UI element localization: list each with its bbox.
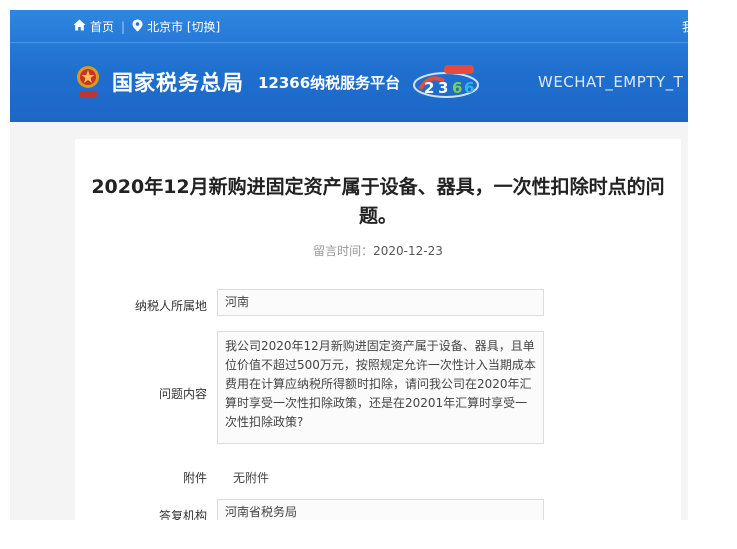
12366-logo-icon: 2 3 6 6: [410, 63, 482, 101]
location-pin-icon: [132, 19, 147, 35]
page-frame: 首页 | 北京市 [切换] 我 国家税务总局 12366纳税服务平台: [10, 10, 688, 520]
topbar-right-text[interactable]: 我: [682, 18, 688, 35]
home-link[interactable]: 首页: [90, 18, 114, 35]
top-nav: 首页 | 北京市 [切换]: [73, 18, 220, 35]
question-card: 2020年12月新购进固定资产属于设备、器具，一次性扣除时点的问题。 留言时间：…: [75, 139, 681, 520]
location-switch-link[interactable]: 北京市 [切换]: [147, 18, 220, 35]
top-bar: 首页 | 北京市 [切换] 我: [10, 10, 688, 43]
svg-text:2: 2: [424, 79, 434, 97]
attachment-label: 附件: [182, 471, 207, 485]
question-content-field: 我公司2020年12月新购进固定资产属于设备、器具，且单位价值不超过500万元，…: [217, 331, 544, 444]
content-label: 问题内容: [158, 387, 207, 401]
tax-emblem-icon: [76, 65, 100, 99]
question-title: 2020年12月新购进固定资产属于设备、器具，一次性扣除时点的问题。: [91, 176, 665, 227]
svg-text:6: 6: [452, 79, 462, 97]
reply-agency-field: 河南省税务局: [217, 499, 544, 520]
attachment-value: 无附件: [233, 471, 270, 485]
taxpayer-location-field: 河南: [217, 289, 544, 316]
svg-text:6: 6: [464, 79, 474, 97]
wechat-placeholder-text: WECHAT_EMPTY_T: [538, 73, 684, 91]
platform-name: 12366纳税服务平台: [258, 73, 401, 92]
home-icon[interactable]: [73, 19, 90, 34]
agency-name: 国家税务总局: [112, 71, 244, 95]
nav-divider: |: [121, 19, 126, 34]
brand-block[interactable]: 国家税务总局 12366纳税服务平台 2 3 6 6: [76, 62, 482, 102]
reply-agency-label: 答复机构: [158, 509, 207, 520]
taxpayer-location-label: 纳税人所属地: [134, 299, 207, 313]
site-header: 首页 | 北京市 [切换] 我 国家税务总局 12366纳税服务平台: [10, 10, 688, 122]
time-label: 留言时间：: [313, 244, 374, 258]
question-time: 留言时间：2020-12-23: [75, 242, 681, 259]
time-value: 2020-12-23: [373, 244, 443, 258]
svg-text:3: 3: [438, 79, 448, 97]
